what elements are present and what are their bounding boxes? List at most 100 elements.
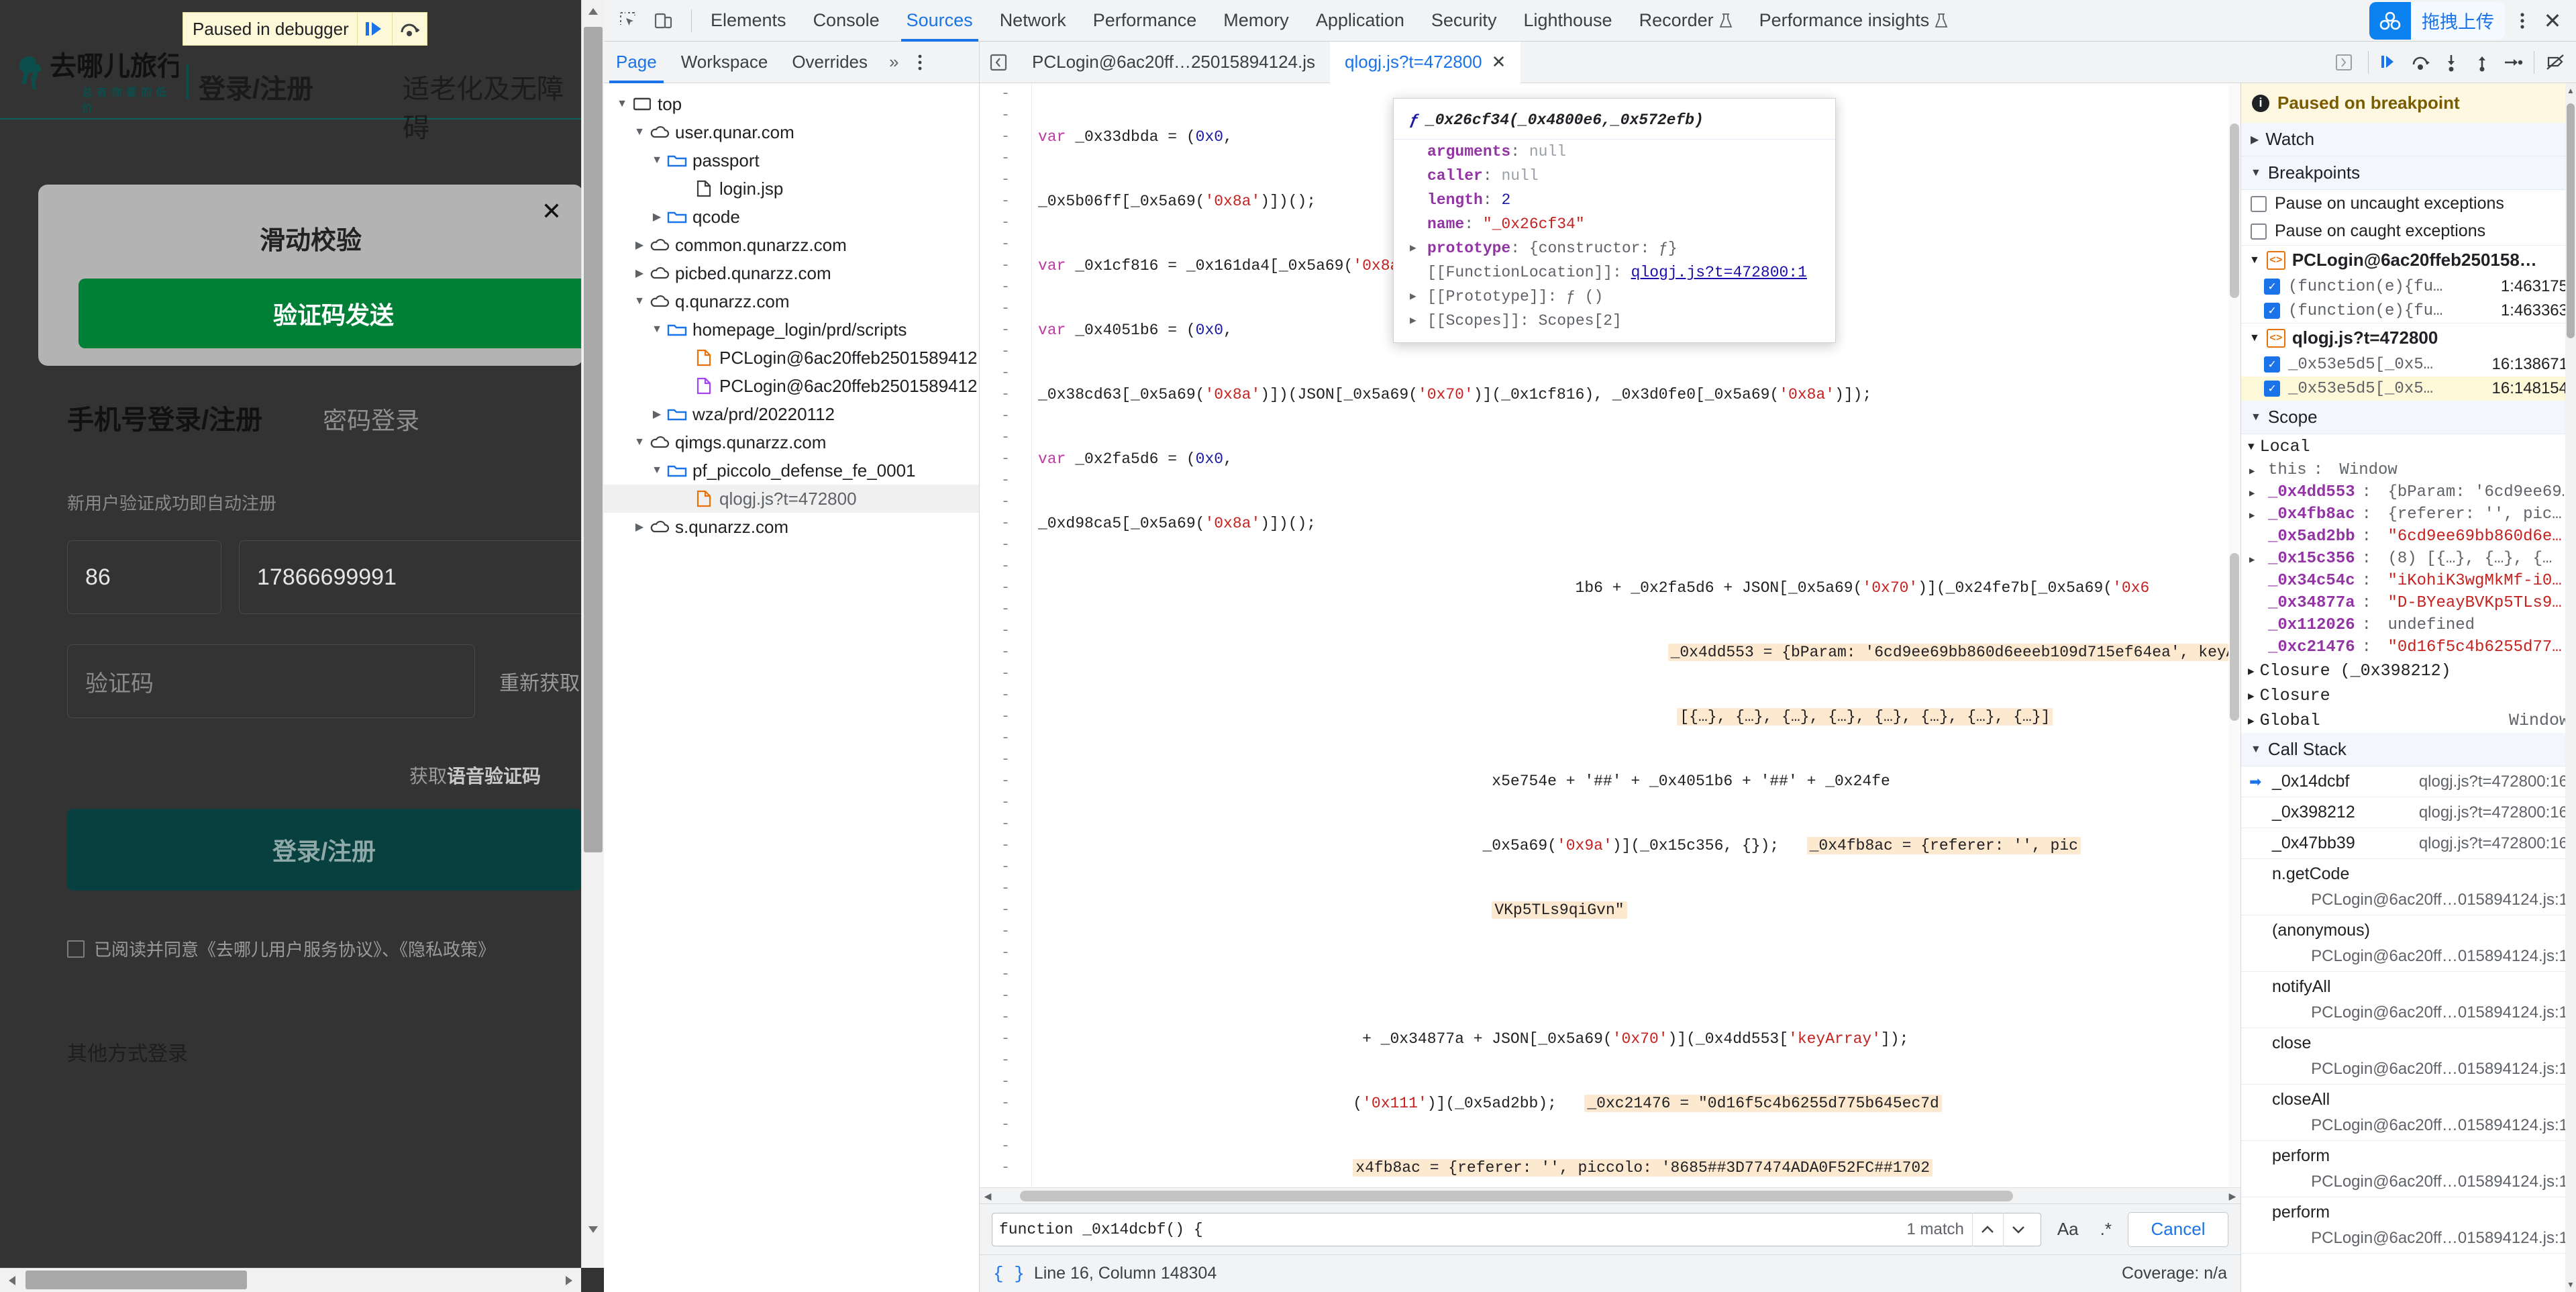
- call-stack-frame[interactable]: _0x47bb39 qlogj.js?t=472800:16: [2241, 828, 2576, 859]
- page-scroll-thumb[interactable]: [584, 27, 603, 852]
- match-case-toggle[interactable]: Aa: [2052, 1219, 2084, 1240]
- call-stack-frame[interactable]: n.getCode PCLogin@6ac20ff…015894124.js:1: [2241, 859, 2576, 915]
- popup-row-scopes[interactable]: ▶ [[Scopes]]: Scopes[2]: [1394, 309, 1835, 333]
- scroll-up-icon[interactable]: [582, 0, 604, 23]
- twisty-icon[interactable]: ▶: [631, 520, 648, 534]
- pause-caught-checkbox[interactable]: [2251, 223, 2267, 240]
- captcha-slider[interactable]: 验证码发送: [79, 279, 588, 348]
- tab-security[interactable]: Security: [1418, 0, 1510, 42]
- breakpoint-item-active[interactable]: ✓ _0x53e5d5[_0x5… 16:148154: [2241, 377, 2576, 401]
- scroll-left-icon[interactable]: [0, 1269, 24, 1292]
- tab-memory[interactable]: Memory: [1210, 0, 1302, 42]
- inspect-element-icon[interactable]: [613, 5, 644, 36]
- file-tab-pclogin[interactable]: PCLogin@6ac20ff…25015894124.js: [1017, 42, 1330, 83]
- code-horizontal-scrollbar[interactable]: ◀ ▶: [980, 1187, 2240, 1203]
- tab-password-login[interactable]: 密码登录: [323, 401, 419, 436]
- tree-row-qimgs-qunarzz[interactable]: ▼ qimgs.qunarzz.com: [604, 428, 979, 456]
- drag-upload-extension[interactable]: 拖拽上传: [2369, 1, 2505, 40]
- tree-row-pf-piccolo[interactable]: ▼ pf_piccolo_defense_fe_0001: [604, 456, 979, 485]
- tree-row-homepage-login[interactable]: ▼ homepage_login/prd/scripts: [604, 315, 979, 344]
- call-stack-frame[interactable]: (anonymous) PCLogin@6ac20ff…015894124.js…: [2241, 915, 2576, 972]
- close-devtools-icon[interactable]: ✕: [2536, 4, 2569, 38]
- tree-row-s-qunarzz[interactable]: ▶ s.qunarzz.com: [604, 513, 979, 541]
- watch-section-header[interactable]: ▶ Watch: [2241, 123, 2576, 156]
- pause-uncaught-exceptions-row[interactable]: Pause on uncaught exceptions: [2241, 190, 2576, 217]
- qunar-logo[interactable]: 去哪儿旅行 总有你要的低价: [15, 47, 178, 115]
- expand-triangle-icon[interactable]: ▶: [2249, 554, 2261, 566]
- scope-var-0xc21476[interactable]: _0xc21476: "0d16f5c4b6255d77…: [2241, 636, 2576, 658]
- scope-var-0x15c356[interactable]: ▶ _0x15c356: (8) [{…}, {…}, {…: [2241, 548, 2576, 570]
- chevron-right-icon[interactable]: ▶: [2248, 689, 2255, 703]
- chevron-down-icon[interactable]: ▼: [2249, 254, 2260, 266]
- tab-lighthouse[interactable]: Lighthouse: [1510, 0, 1625, 42]
- more-options-icon[interactable]: [2509, 4, 2536, 38]
- scope-section-header[interactable]: ▼ Scope: [2241, 401, 2576, 434]
- chevron-down-icon[interactable]: ▼: [2251, 744, 2261, 756]
- device-toolbar-icon[interactable]: [648, 5, 679, 36]
- scroll-up-icon[interactable]: ▲: [2565, 85, 2576, 97]
- collapse-navigator-icon[interactable]: [980, 53, 1017, 72]
- country-code-input[interactable]: 86: [67, 540, 221, 614]
- expand-triangle-icon[interactable]: ▶: [1410, 285, 1416, 309]
- header-accessibility-link[interactable]: 适老化及无障碍: [403, 67, 581, 145]
- chevron-down-icon[interactable]: ▼: [2251, 411, 2261, 424]
- expand-triangle-icon[interactable]: ▶: [2249, 510, 2261, 521]
- scope-local-header[interactable]: ▼ Local: [2241, 434, 2576, 459]
- deactivate-breakpoints-icon[interactable]: [2540, 47, 2571, 78]
- tree-row-q-qunarzz[interactable]: ▼ q.qunarzz.com: [604, 287, 979, 315]
- tab-recorder[interactable]: Recorder: [1626, 0, 1746, 42]
- chevron-right-icon[interactable]: ▶: [2251, 133, 2259, 146]
- scope-var-this[interactable]: ▶ this: Window: [2241, 459, 2576, 481]
- tree-row-login-jsp[interactable]: login.jsp: [604, 175, 979, 203]
- twisty-icon[interactable]: ▼: [631, 126, 648, 138]
- expand-sidebar-icon[interactable]: [2325, 53, 2363, 72]
- hscroll-left-icon[interactable]: ◀: [980, 1188, 996, 1204]
- breakpoint-checkbox[interactable]: ✓: [2264, 303, 2280, 319]
- tree-row-qlogj[interactable]: qlogj.js?t=472800: [604, 485, 979, 513]
- expand-triangle-icon[interactable]: ▶: [1410, 309, 1416, 333]
- chevron-right-icon[interactable]: ▶: [2248, 714, 2255, 728]
- close-tab-icon[interactable]: ✕: [1492, 52, 1506, 72]
- popup-row-prototype-internal[interactable]: ▶ [[Prototype]]: ƒ (): [1394, 285, 1835, 309]
- tree-row-top[interactable]: ▼ top: [604, 90, 979, 118]
- breakpoint-checkbox[interactable]: ✓: [2264, 279, 2280, 295]
- code-scroll-thumb-top[interactable]: [2230, 123, 2239, 298]
- step-over-icon[interactable]: [391, 12, 427, 46]
- search-input[interactable]: function _0x14dcbf() { 1 match: [992, 1212, 2041, 1246]
- login-submit-button[interactable]: 登录/注册: [67, 809, 581, 891]
- chevron-right-icon[interactable]: ▶: [2248, 664, 2255, 678]
- search-next-icon[interactable]: [2002, 1212, 2034, 1246]
- nav-tab-overrides[interactable]: Overrides: [780, 42, 880, 83]
- breakpoint-group-qlogj[interactable]: ▼ <> qlogj.js?t=472800: [2241, 323, 2576, 352]
- popup-row-prototype[interactable]: ▶ prototype: {constructor: ƒ}: [1394, 236, 1835, 260]
- call-stack-section-header[interactable]: ▼ Call Stack: [2241, 733, 2576, 766]
- step-into-icon[interactable]: [2436, 47, 2467, 78]
- call-stack-frame-current[interactable]: ➡ _0x14dcbf qlogj.js?t=472800:16: [2241, 766, 2576, 797]
- agreement-row[interactable]: 已阅读并同意《去哪儿用户服务协议》、《隐私政策》: [67, 936, 495, 961]
- breakpoint-item[interactable]: ✓ _0x53e5d5[_0x5… 16:138671: [2241, 352, 2576, 377]
- chevron-down-icon[interactable]: ▼: [2248, 441, 2255, 453]
- hscroll-right-icon[interactable]: ▶: [2224, 1188, 2240, 1204]
- tree-row-pclogin-2[interactable]: PCLogin@6ac20ffeb2501589412: [604, 372, 979, 400]
- tab-sources[interactable]: Sources: [893, 0, 986, 42]
- breakpoints-section-header[interactable]: ▼ Breakpoints: [2241, 156, 2576, 190]
- nav-tab-workspace[interactable]: Workspace: [669, 42, 780, 83]
- navigator-more-icon[interactable]: [908, 54, 932, 71]
- phone-number-input[interactable]: 17866699991: [239, 540, 588, 614]
- header-login-register[interactable]: 登录/注册: [199, 67, 313, 106]
- search-prev-icon[interactable]: [1971, 1212, 2003, 1246]
- tab-elements[interactable]: Elements: [697, 0, 800, 42]
- resume-script-icon[interactable]: [356, 12, 392, 46]
- page-hscroll-thumb[interactable]: [25, 1271, 247, 1289]
- tab-phone-login[interactable]: 手机号登录/注册: [67, 398, 262, 437]
- scope-global[interactable]: ▶ Global Window: [2241, 708, 2576, 733]
- scope-closure[interactable]: ▶ Closure: [2241, 683, 2576, 708]
- tree-row-qcode[interactable]: ▶ qcode: [604, 203, 979, 231]
- tab-performance[interactable]: Performance: [1080, 0, 1210, 42]
- chevron-down-icon[interactable]: ▼: [2249, 332, 2260, 344]
- expand-triangle-icon[interactable]: ▶: [2249, 488, 2261, 499]
- voice-code-link[interactable]: 获取语音验证码: [409, 762, 541, 789]
- step-icon[interactable]: [2497, 47, 2528, 78]
- scope-var-0x4fb8ac[interactable]: ▶ _0x4fb8ac: {referer: '', pic…: [2241, 503, 2576, 526]
- twisty-icon[interactable]: ▶: [648, 407, 666, 421]
